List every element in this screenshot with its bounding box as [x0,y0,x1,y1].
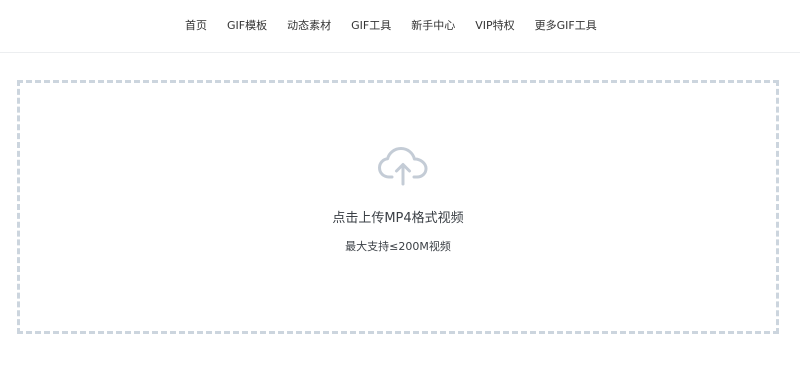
nav-item-animated-assets[interactable]: 动态素材 [287,0,331,52]
video-upload-dropzone[interactable]: 点击上传MP4格式视频 最大支持≤200M视频 [17,80,779,334]
nav-item-home[interactable]: 首页 [185,0,207,52]
nav-item-more-gif-tools[interactable]: 更多GIF工具 [535,0,597,52]
nav-menu: 首页 GIF模板 动态素材 GIF工具 新手中心 VIP特权 更多GIF工具 [185,0,597,52]
cloud-upload-icon [378,147,428,186]
nav-item-gif-tools[interactable]: GIF工具 [351,0,391,52]
nav-item-vip-privileges[interactable]: VIP特权 [475,0,514,52]
nav-item-beginner-center[interactable]: 新手中心 [411,0,455,52]
top-navigation-bar: 首页 GIF模板 动态素材 GIF工具 新手中心 VIP特权 更多GIF工具 [0,0,800,53]
nav-item-gif-templates[interactable]: GIF模板 [227,0,267,52]
upload-title: 点击上传MP4格式视频 [332,211,464,226]
upload-size-limit: 最大支持≤200M视频 [345,240,451,253]
